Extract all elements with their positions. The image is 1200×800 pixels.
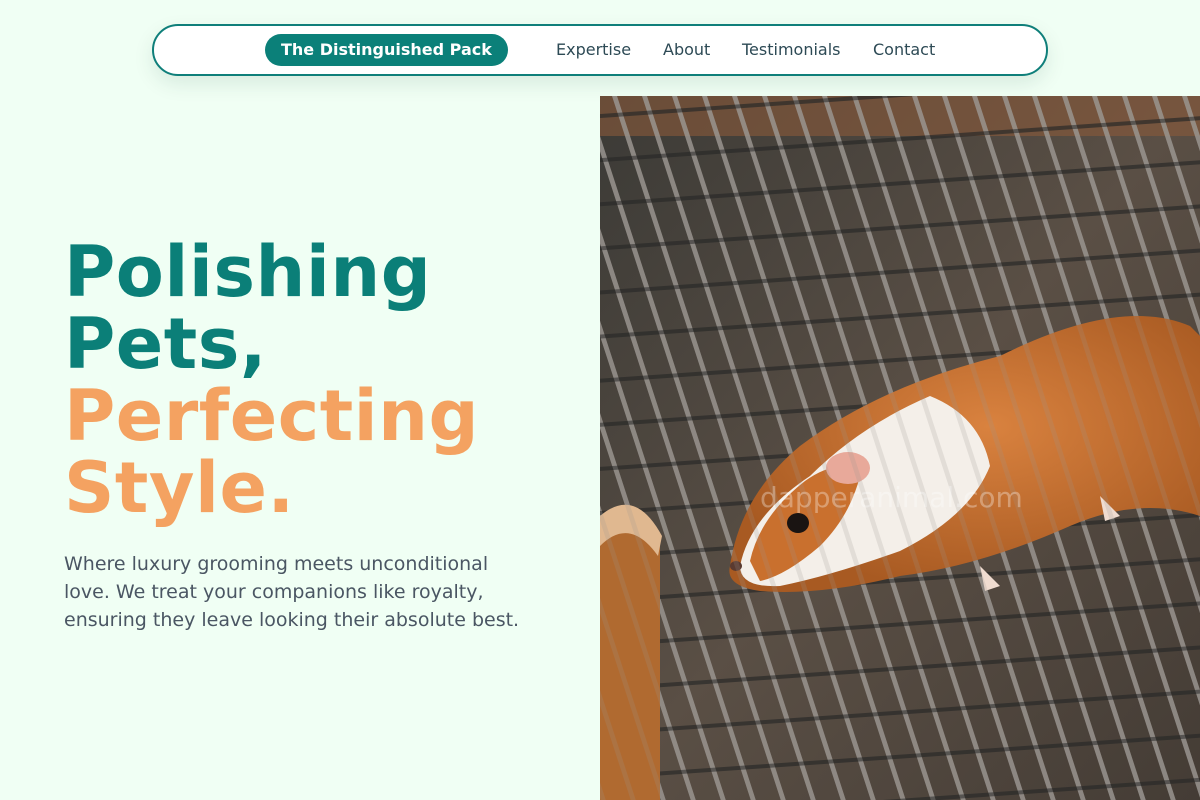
image-watermark: dapperanimal.com <box>760 481 1023 514</box>
nav-link-about[interactable]: About <box>663 26 710 74</box>
nav-link-testimonials[interactable]: Testimonials <box>742 26 841 74</box>
hero-title-line-4: Style. <box>64 447 295 529</box>
hero-title-line-2: Pets, <box>64 303 267 385</box>
hero-photo-guinea-pig: dapperanimal.com <box>600 96 1200 800</box>
hero-title-line-3: Perfecting <box>64 375 480 457</box>
top-navigation: The Distinguished Pack Expertise About T… <box>152 24 1048 76</box>
guinea-pig-illustration <box>600 96 1200 800</box>
nav-link-expertise[interactable]: Expertise <box>556 26 631 74</box>
hero-title: Polishing Pets, Perfecting Style. <box>64 236 584 524</box>
brand-logo-button[interactable]: The Distinguished Pack <box>265 34 508 66</box>
hero-title-line-1: Polishing <box>64 231 432 313</box>
nav-link-contact[interactable]: Contact <box>873 26 935 74</box>
hero-subtitle: Where luxury grooming meets unconditiona… <box>64 553 520 631</box>
